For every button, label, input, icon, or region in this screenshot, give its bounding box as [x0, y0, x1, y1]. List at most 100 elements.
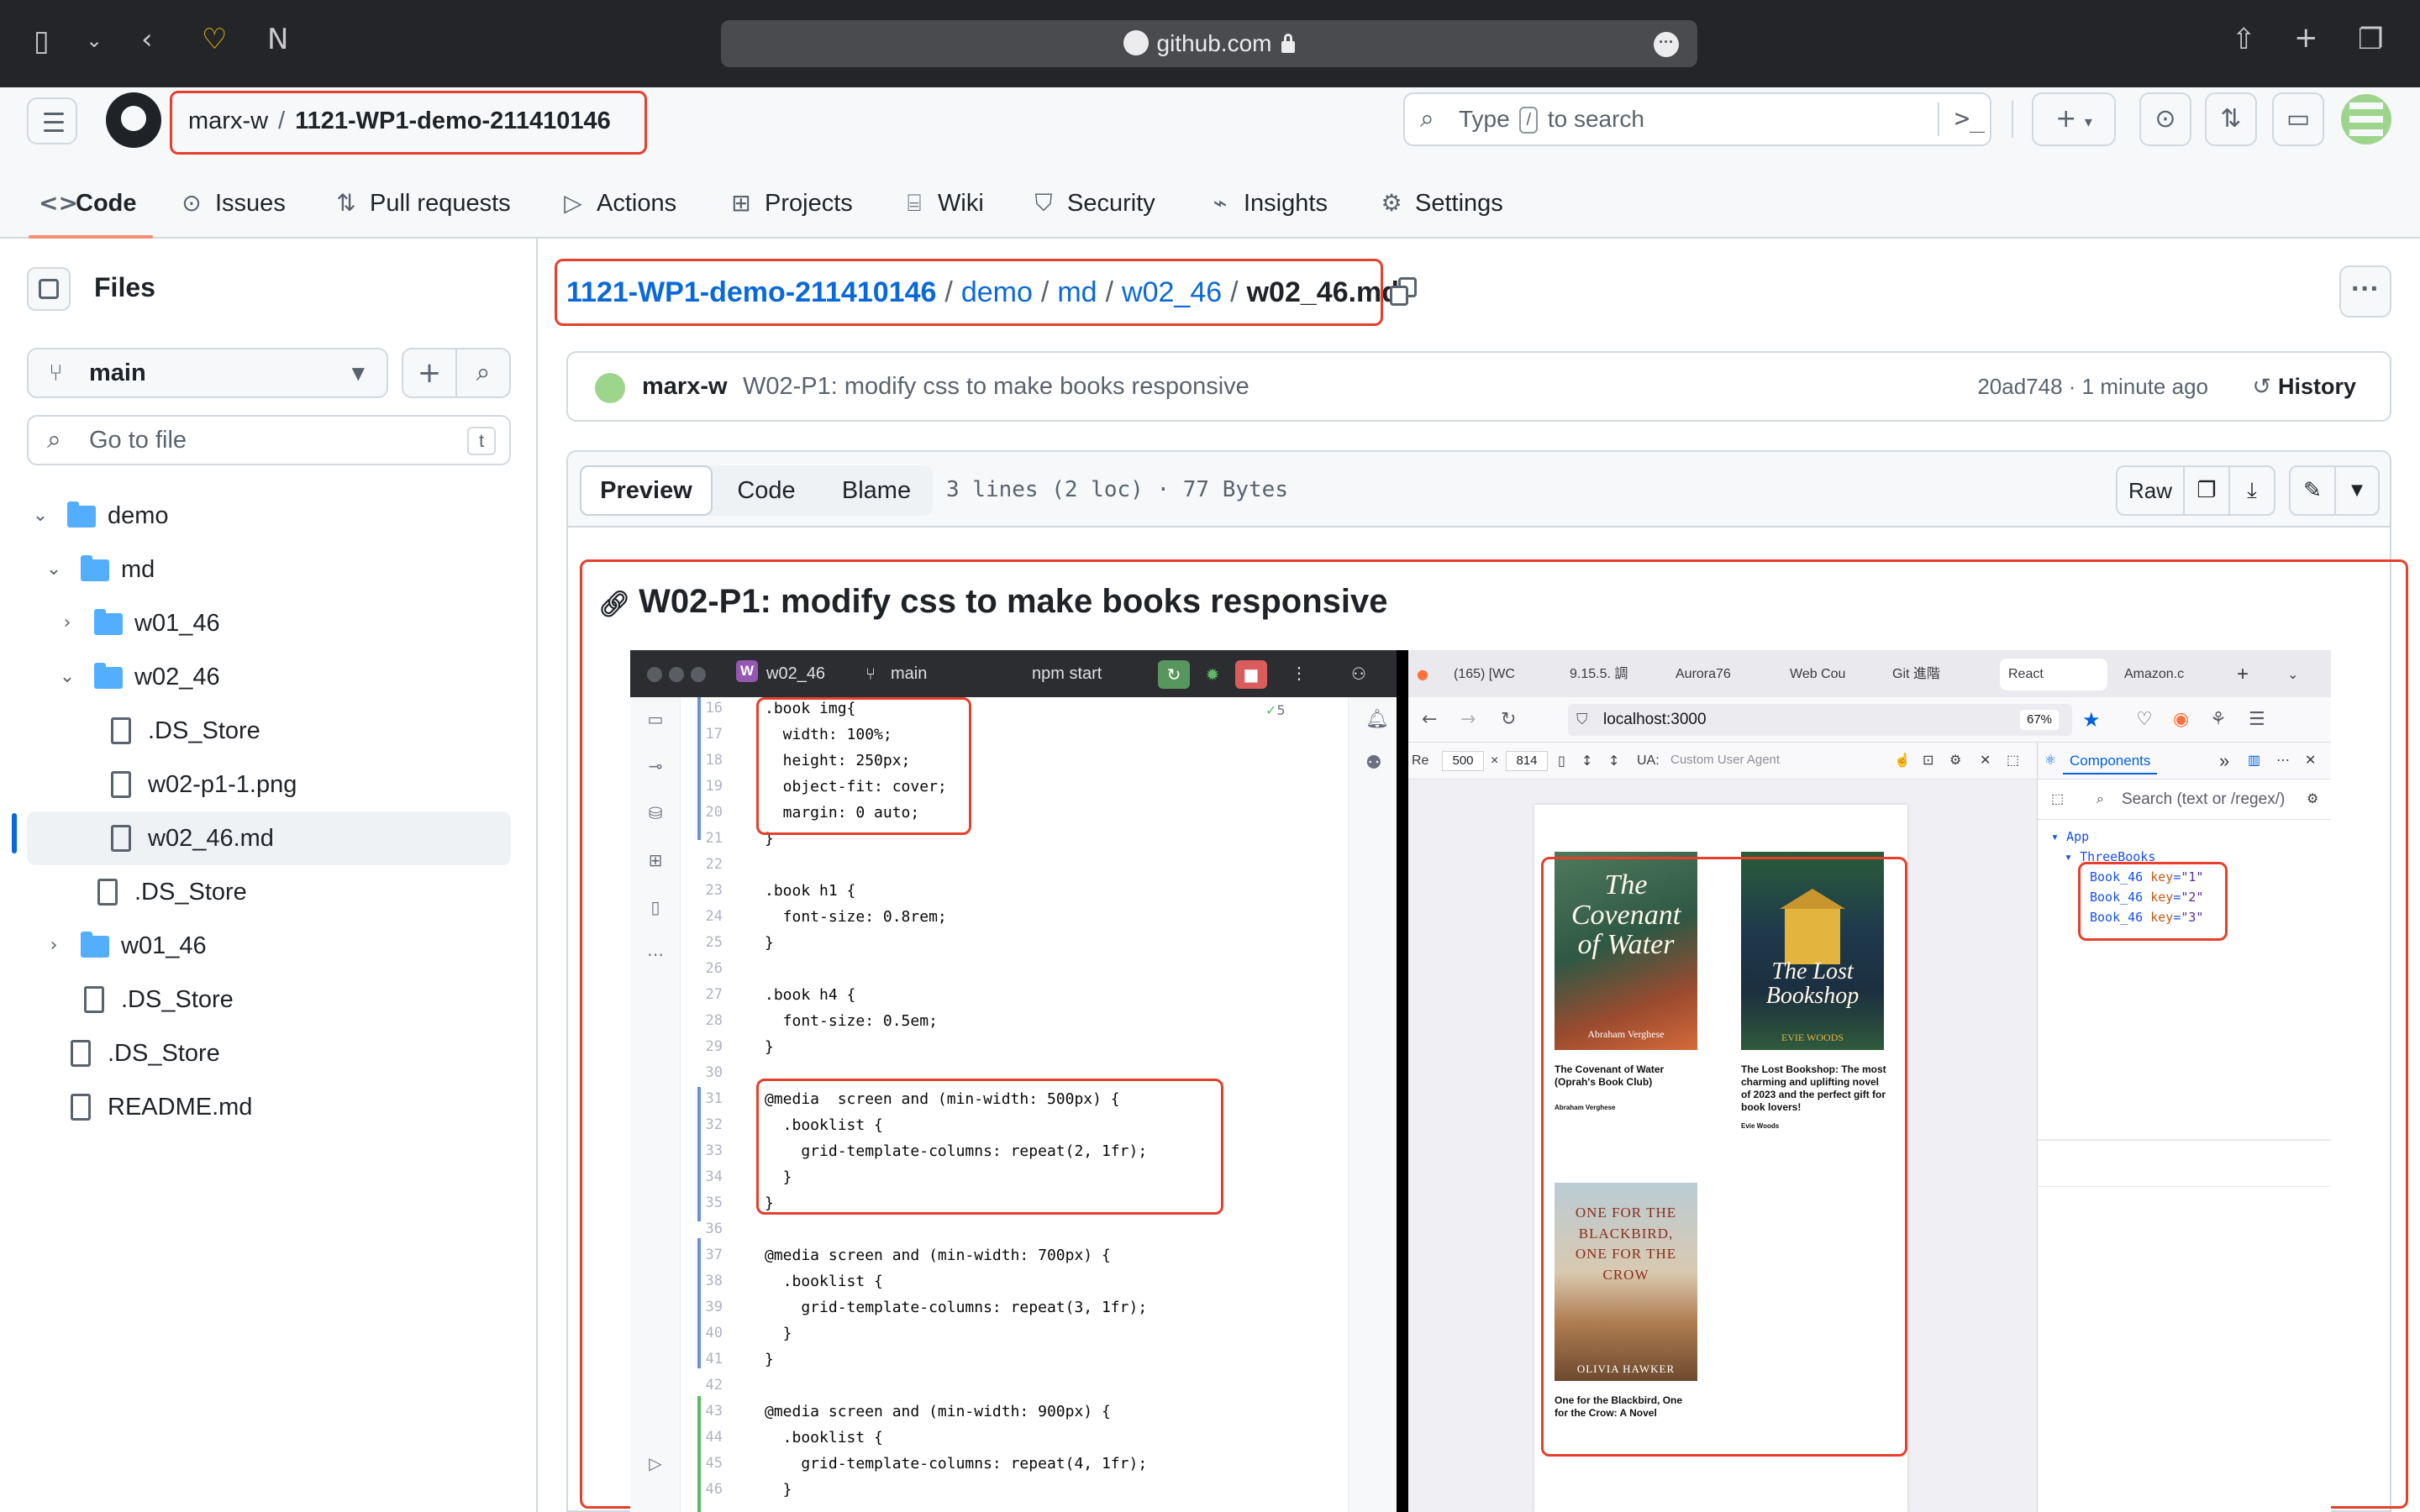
tab-pull-requests[interactable]: ⇅ Pull requests	[333, 168, 510, 239]
line-number: 44	[705, 1429, 723, 1446]
caret-down-icon: ▼	[351, 363, 365, 383]
tree-item-ds-store[interactable]: .DS_Store	[27, 865, 511, 919]
tab-blame[interactable]: Blame	[820, 465, 933, 516]
create-new-button[interactable]: + ▾	[2032, 92, 2116, 146]
run-tool-icon: ▷	[649, 1453, 662, 1473]
tree-item-ds-store[interactable]: .DS_Store	[27, 973, 511, 1026]
line-number: 26	[705, 960, 723, 977]
tab-preview[interactable]: Preview	[580, 465, 713, 516]
notion-icon[interactable]: N	[267, 25, 288, 54]
close-icon: ✕	[1980, 753, 1991, 768]
annotation-box-booklist	[1541, 857, 1907, 1457]
tab-insights[interactable]: ⌁ Insights	[1207, 168, 1328, 239]
tree-item-w01-46[interactable]: › w01_46	[27, 596, 511, 650]
pocket-icon[interactable]: ♡	[202, 25, 227, 54]
tree-item-ds-store[interactable]: .DS_Store	[27, 704, 511, 758]
folder-icon	[94, 609, 123, 635]
devtools-menu-icon: ⋯	[2276, 753, 2290, 768]
avatar[interactable]	[2341, 94, 2391, 144]
more-options-button[interactable]: ···	[2339, 265, 2391, 318]
rdm-width: 500	[1442, 751, 1484, 771]
menu-button[interactable]	[27, 97, 77, 144]
edit-icon[interactable]: ✎	[2289, 465, 2336, 516]
tree-item-w02-p1-1-png[interactable]: w02-p1-1.png	[27, 758, 511, 811]
commit-meta[interactable]: 20ad748 · 1 minute ago	[1977, 353, 2208, 420]
pull-request-icon: ⇅	[336, 189, 356, 217]
link-icon[interactable]: 🔗︎	[598, 590, 630, 619]
rdm-label: Re	[1412, 753, 1429, 768]
download-icon[interactable]: ⤓	[2228, 465, 2275, 516]
github-header: marx-w/1121-WP1-demo-211410146 ⌕ Type / …	[0, 87, 2420, 239]
commit-avatar[interactable]	[595, 373, 625, 403]
pull-requests-icon[interactable]: ⇅	[2205, 92, 2257, 146]
edit-dropdown-icon[interactable]: ▼	[2334, 465, 2380, 516]
search-input[interactable]: ⌕ Type / to search	[1403, 92, 1991, 146]
tab-wiki[interactable]: ⌸ Wiki	[901, 168, 984, 239]
search-prefix: Type	[1459, 106, 1510, 132]
tree-item-w02-46[interactable]: ⌄ w02_46	[27, 650, 511, 704]
line-number: 20	[705, 804, 723, 821]
raw-button[interactable]: Raw	[2116, 465, 2185, 516]
address-bar[interactable]: github.com ···	[721, 20, 1697, 67]
inbox-icon[interactable]: ▭	[2272, 92, 2324, 146]
chevron-down-icon[interactable]: ⌄	[86, 30, 103, 50]
tab-settings[interactable]: ⚙ Settings	[1378, 168, 1502, 239]
branch-selector[interactable]: ⑂ main ▼	[27, 348, 388, 398]
graph-icon: ⌁	[1213, 189, 1228, 217]
tree-item-md[interactable]: ⌄ md	[27, 543, 511, 596]
debug-icon: ✹	[1205, 664, 1220, 685]
copy-raw-icon[interactable]: ❐	[2183, 465, 2230, 516]
copy-path-icon[interactable]	[1390, 277, 1418, 307]
tree-item-ds-store[interactable]: .DS_Store	[27, 1026, 511, 1080]
tab-overview-icon[interactable]: ❐	[2358, 25, 2383, 54]
markdown-heading: 🔗︎ W02-P1: modify css to make books respo…	[598, 583, 1388, 620]
github-logo-icon[interactable]	[106, 92, 161, 148]
commit-message[interactable]: W02-P1: modify css to make books respons…	[743, 353, 1249, 420]
command-palette-icon[interactable]: >_	[1948, 92, 1991, 146]
issues-icon[interactable]: ⊙	[2139, 92, 2191, 146]
tab-actions[interactable]: ▷ Actions	[560, 168, 676, 239]
ide-branch: main	[891, 664, 928, 683]
tab-issues[interactable]: ⊙ Issues	[178, 168, 286, 239]
collapse-sidebar-button[interactable]	[27, 267, 71, 311]
code-line: font-size: 0.5em;	[765, 1012, 938, 1030]
annotation-box-repo	[170, 91, 647, 155]
code-line: grid-template-columns: repeat(3, 1fr);	[765, 1299, 1148, 1316]
vcs-add-bar	[697, 1396, 701, 1512]
tab-code-view[interactable]: Code	[713, 465, 820, 516]
annotation-box-components	[2078, 862, 2228, 941]
tree-item-w01-46[interactable]: › w01_46	[27, 919, 511, 973]
vcs-change-bar	[697, 697, 701, 840]
history-icon: ↺	[2252, 374, 2271, 400]
share-icon[interactable]: ⇧	[2232, 25, 2256, 54]
go-to-file-input[interactable]: ⌕ Go to file t	[27, 415, 511, 465]
lock-icon	[1281, 34, 1296, 53]
tree-item-w02-46-md[interactable]: w02_46.md	[27, 811, 511, 865]
touch-icon: ☝	[1894, 753, 1911, 768]
react-devtools: ⚛ Components » ▥ ⋯ ✕ ⬚ ⌕ Search (text or…	[2037, 743, 2331, 1512]
search-files-button[interactable]: ⌕	[455, 348, 511, 398]
new-tab-icon[interactable]: +	[2294, 24, 2318, 52]
tab-projects[interactable]: ⊞ Projects	[728, 168, 853, 239]
commit-author[interactable]: marx-w	[642, 353, 728, 420]
safari-toolbar: ▯ ⌄ ‹ ♡ N github.com ··· ⇧ + ❐	[0, 0, 2420, 87]
annotation-box-breadcrumb	[555, 259, 1383, 326]
latest-commit-bar: marx-w W02-P1: modify css to make books …	[566, 351, 2391, 422]
search-divider	[1938, 102, 1939, 136]
tree-item-readme[interactable]: README.md	[27, 1080, 511, 1134]
back-arrow-icon[interactable]: ‹	[141, 25, 153, 54]
file-icon	[111, 825, 131, 852]
more-icon[interactable]: ···	[1654, 32, 1679, 57]
sidebar-toggle-icon[interactable]: ▯	[34, 27, 50, 55]
file-icon	[97, 879, 118, 906]
line-number: 18	[705, 752, 723, 769]
history-button[interactable]: ↺ History	[2252, 353, 2356, 421]
tab-code[interactable]: <>Code	[39, 168, 137, 239]
line-number: 36	[705, 1221, 723, 1237]
line-number: 25	[705, 934, 723, 951]
tree-item-demo[interactable]: ⌄ demo	[27, 489, 511, 543]
tab-security[interactable]: ⛉ Security	[1030, 168, 1155, 239]
rdm-height: 814	[1506, 751, 1548, 771]
add-file-button[interactable]: +	[402, 348, 457, 398]
ide-run-config: npm start	[1032, 664, 1102, 683]
